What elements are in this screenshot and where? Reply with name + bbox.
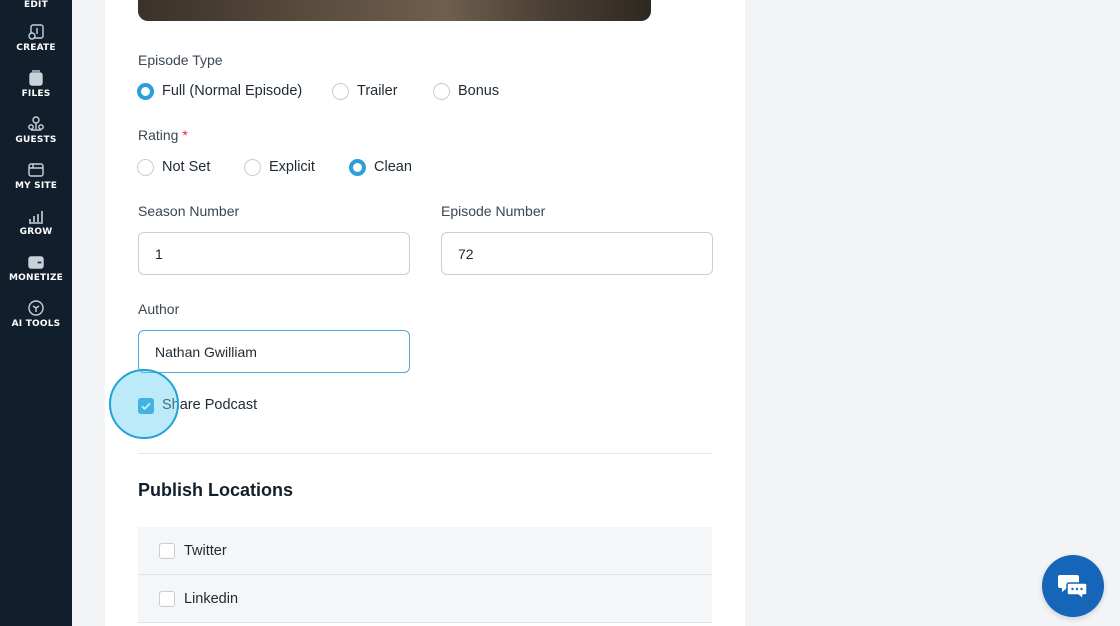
- author-label: Author: [138, 301, 180, 317]
- sidebar-item-label: GROW: [19, 227, 53, 237]
- publish-locations-list: Twitter Linkedin: [138, 527, 712, 623]
- bar-chart-icon: [29, 211, 43, 224]
- sidebar-item-label: FILES: [21, 89, 51, 99]
- radio-selected: [137, 82, 154, 100]
- rating-clean-radio[interactable]: Clean: [349, 157, 412, 177]
- sidebar-item-label: EDIT: [24, 0, 48, 10]
- author-value: Nathan Gwilliam: [155, 343, 257, 360]
- rating-label-text: Rating: [138, 127, 179, 143]
- radio-label: Bonus: [458, 83, 500, 99]
- divider: [138, 453, 712, 454]
- radio-selected: [349, 158, 366, 176]
- chat-bubbles-icon: [1058, 575, 1088, 600]
- episode-type-bonus-radio[interactable]: Bonus: [433, 81, 499, 101]
- sidebar-item-guests[interactable]: GUESTS: [0, 115, 72, 145]
- sidebar-item-my-site[interactable]: MY SITE: [0, 161, 72, 191]
- radio-unselected: [137, 158, 154, 176]
- season-number-input[interactable]: 1: [138, 232, 410, 275]
- sidebar-item-label: MONETIZE: [8, 273, 64, 283]
- radio-unselected: [332, 82, 349, 100]
- chat-widget-button[interactable]: [1042, 555, 1104, 617]
- list-item-label: Twitter: [184, 542, 227, 559]
- ai-icon: [28, 300, 44, 316]
- radio-label: Not Set: [162, 159, 211, 175]
- episode-number-input[interactable]: 72: [441, 232, 713, 275]
- files-icon: [29, 70, 43, 86]
- episode-cover-image: [138, 0, 651, 21]
- sidebar-item-files[interactable]: FILES: [0, 69, 72, 99]
- sidebar-item-label: GUESTS: [15, 135, 57, 145]
- publish-location-twitter[interactable]: Twitter: [138, 527, 712, 575]
- rating-explicit-radio[interactable]: Explicit: [244, 157, 315, 177]
- linkedin-checkbox[interactable]: [159, 590, 175, 607]
- click-highlight: [109, 369, 179, 439]
- list-item-label: Linkedin: [184, 590, 239, 607]
- sidebar-item-label: CREATE: [16, 43, 56, 53]
- sidebar-item-create[interactable]: CREATE: [0, 23, 72, 53]
- sidebar-item-edit[interactable]: EDIT: [0, 0, 72, 10]
- sidebar-item-label: AI TOOLS: [11, 319, 61, 329]
- wallet-icon: [28, 256, 44, 269]
- sidebar-item-label: MY SITE: [14, 181, 58, 191]
- season-number-label: Season Number: [138, 203, 240, 219]
- sidebar-item-monetize[interactable]: MONETIZE: [0, 253, 72, 283]
- browser-icon: [28, 163, 44, 177]
- episode-number-label: Episode Number: [441, 203, 546, 219]
- episode-type-full-radio[interactable]: Full (Normal Episode): [137, 81, 302, 101]
- author-input[interactable]: Nathan Gwilliam: [138, 330, 410, 373]
- sidebar: EDIT CREATE FILES GUESTS MY SITE GROW MO…: [0, 0, 72, 626]
- radio-unselected: [244, 158, 261, 176]
- episode-type-label: Episode Type: [138, 52, 223, 68]
- radio-label: Explicit: [269, 159, 315, 175]
- season-number-value: 1: [155, 245, 163, 262]
- radio-label: Clean: [374, 159, 412, 175]
- radio-unselected: [433, 82, 450, 100]
- twitter-checkbox[interactable]: [159, 542, 175, 559]
- required-mark: *: [182, 127, 188, 143]
- publish-location-linkedin[interactable]: Linkedin: [138, 575, 712, 623]
- episode-number-value: 72: [458, 245, 474, 262]
- sidebar-item-ai-tools[interactable]: AI TOOLS: [0, 299, 72, 329]
- episode-type-trailer-radio[interactable]: Trailer: [332, 81, 398, 101]
- rating-not-set-radio[interactable]: Not Set: [137, 157, 210, 177]
- radio-label: Full (Normal Episode): [162, 83, 303, 99]
- music-note-icon: [28, 24, 44, 40]
- publish-locations-title: Publish Locations: [138, 480, 294, 500]
- rating-label: Rating *: [138, 127, 188, 143]
- sidebar-item-grow[interactable]: GROW: [0, 207, 72, 237]
- radio-label: Trailer: [357, 83, 398, 99]
- guests-icon: [28, 116, 44, 131]
